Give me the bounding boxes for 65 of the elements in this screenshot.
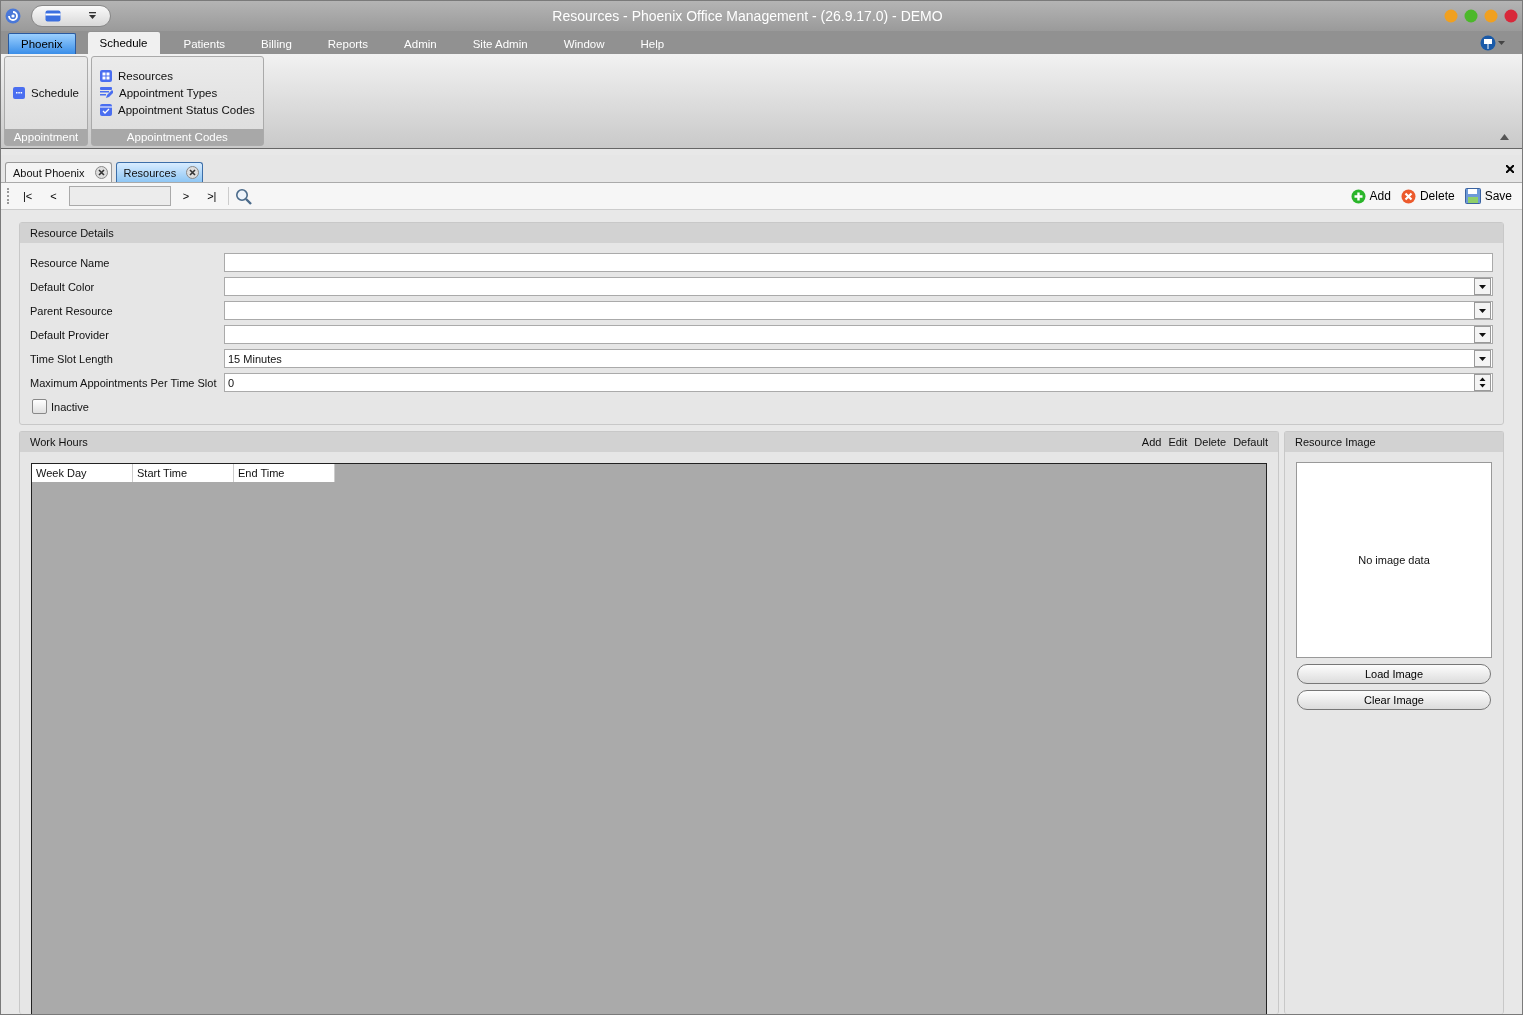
ribbon-button[interactable]: Appointment Types [99,87,255,99]
number-spinner[interactable]: 0 [224,373,1493,392]
field-label: Time Slot Length [30,352,114,365]
last-record-button[interactable]: >| [201,190,223,202]
pin-icon[interactable] [1480,34,1506,51]
save-icon [1464,188,1481,204]
record-field[interactable] [68,186,171,206]
dropdown-field[interactable]: 15 Minutes [224,349,1493,368]
image-button[interactable]: Clear Image [1297,690,1491,710]
column-header[interactable]: Week Day [32,464,133,482]
panel-title: Resource Details [30,227,114,239]
panel-title: Work Hours [30,436,88,448]
work-hours-link[interactable]: Delete [1194,436,1227,448]
column-header[interactable]: End Time [234,464,335,482]
work-hours-link[interactable]: Add [1141,436,1162,448]
checkbox[interactable] [32,399,47,414]
field-label: Default Provider [30,328,110,341]
field-label: Resource Name [30,256,111,269]
grid-icon [99,70,112,82]
toolbar-action-button[interactable]: Save [1462,188,1514,204]
dropdown-caret-icon [87,12,97,20]
text-field[interactable] [224,253,1493,272]
collapse-ribbon-icon[interactable] [1500,134,1509,140]
toolbar-action-button[interactable]: Add [1348,188,1393,204]
window-title: Resources - Phoenix Office Management - (26.9.17.0) - DEMO [551,8,944,24]
ribbon-group-title: Appointment Codes [91,129,263,145]
menu-tab[interactable]: Schedule [87,32,160,54]
close-tab-icon[interactable] [94,166,108,179]
field-label: Parent Resource [30,304,114,317]
list-pencil-icon [99,87,113,99]
empty-image-text: No image data [1358,554,1430,566]
quick-access-toolbar[interactable] [31,5,111,27]
toolbar-action-button[interactable]: Delete [1398,188,1457,204]
document-tab[interactable]: Resources [115,162,204,182]
app-logo-icon[interactable] [5,8,21,24]
field-label: Default Color [30,280,96,293]
checked-calendar-icon [99,104,112,116]
first-record-button[interactable]: |< [17,190,39,202]
search-icon[interactable] [235,187,253,205]
ribbon-button[interactable]: Schedule [13,87,79,99]
close-button[interactable] [1504,9,1518,23]
panel-title: Resource Image [1295,436,1376,448]
ribbon-button[interactable]: Resources [99,70,255,82]
delete-icon [1400,188,1416,204]
dropdown-field[interactable] [224,277,1493,296]
spin-arrows-icon[interactable] [1474,374,1491,391]
field-label: Maximum Appointments Per Time Slot [30,376,218,389]
column-header[interactable]: Start Time [133,464,234,482]
calendar-icon [13,87,25,99]
next-record-button[interactable]: > [176,190,196,202]
card-icon [45,10,62,22]
dropdown-field[interactable] [224,325,1493,344]
close-tab-icon[interactable] [186,166,200,179]
dropdown-field[interactable] [224,301,1493,320]
document-tab[interactable]: About Phoenix [5,162,112,182]
plus-icon [1350,188,1366,204]
ribbon-button[interactable]: Appointment Status Codes [99,104,255,116]
previous-record-button[interactable]: < [44,190,63,202]
checkbox-label: Inactive [51,400,89,413]
menu-tab[interactable]: Phoenix [8,33,76,54]
ribbon-group-title: Appointment [5,129,87,145]
work-hours-link[interactable]: Edit [1168,436,1188,448]
work-hours-link[interactable]: Default [1233,436,1268,448]
image-button[interactable]: Load Image [1297,664,1491,684]
close-icon[interactable] [1506,164,1514,173]
